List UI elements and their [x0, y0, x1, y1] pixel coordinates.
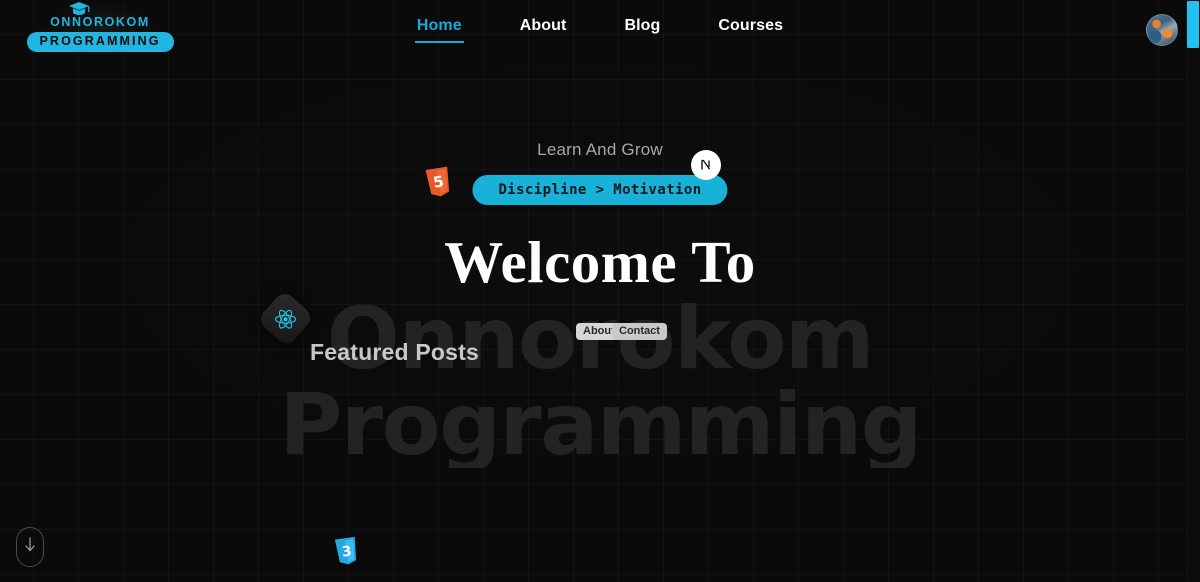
ghost-link-contact[interactable]: Contact — [612, 323, 667, 340]
arrow-down-icon — [24, 536, 36, 559]
behind-content-layer: Featured Posts About Contact — [0, 0, 1200, 582]
page-scrollbar-thumb[interactable] — [1187, 1, 1199, 48]
main-nav: Home About Blog Courses — [0, 0, 1200, 58]
brand-name-line2: PROGRAMMING — [26, 32, 174, 52]
user-avatar[interactable] — [1146, 14, 1178, 46]
brand-name-line1: ONNOROKOM — [50, 15, 150, 30]
site-header: ONNOROKOM PROGRAMMING Home About Blog Co… — [0, 0, 1200, 58]
page-scrollbar-track[interactable] — [1186, 0, 1200, 582]
scroll-down-indicator[interactable] — [16, 527, 44, 567]
nav-item-courses[interactable]: Courses — [718, 17, 783, 41]
nav-item-blog[interactable]: Blog — [624, 17, 660, 41]
nav-item-about[interactable]: About — [520, 17, 567, 41]
featured-posts-heading: Featured Posts — [310, 339, 479, 365]
nav-item-home[interactable]: Home — [414, 17, 464, 43]
